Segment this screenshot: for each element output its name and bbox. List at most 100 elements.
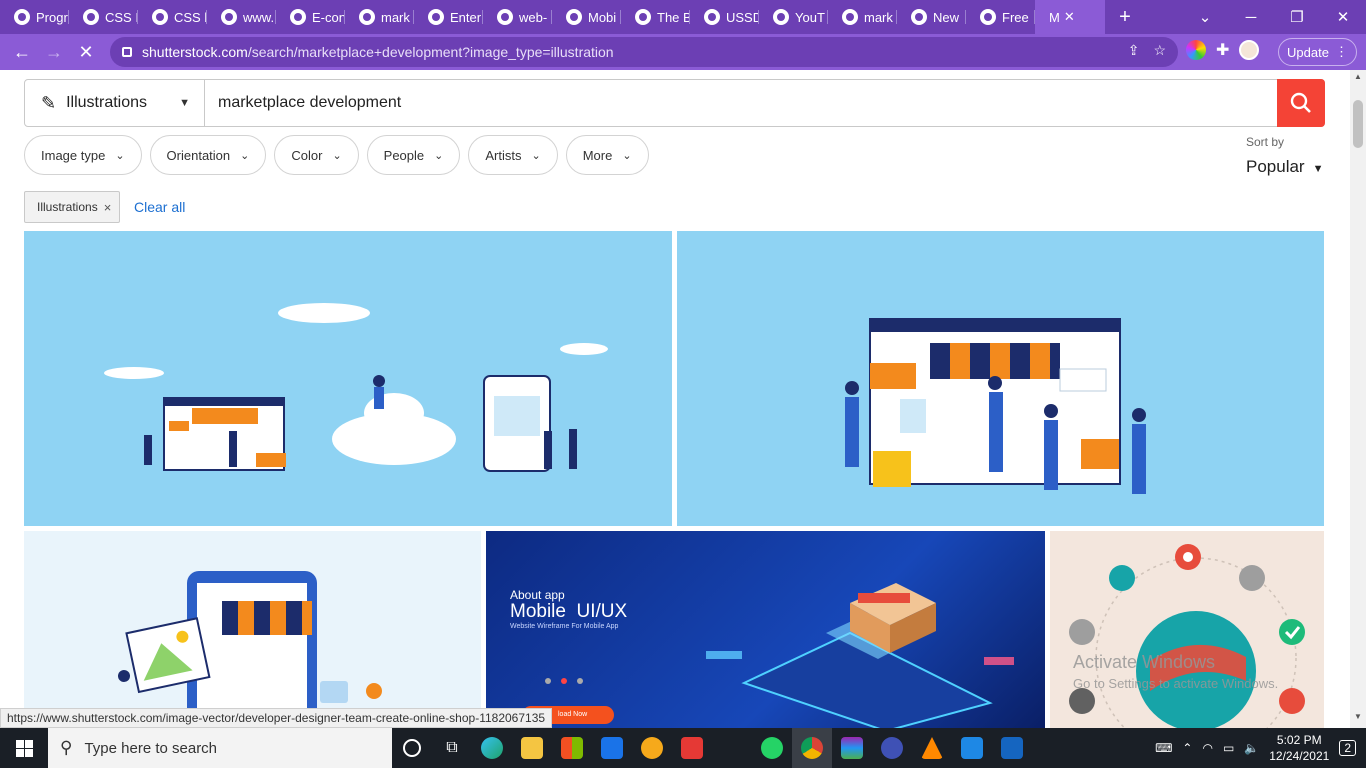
notifications-icon[interactable]: 2	[1339, 740, 1356, 756]
result-image-5[interactable]	[1050, 531, 1324, 728]
filter-button[interactable]: Orientation ⌄	[149, 135, 267, 175]
battery-icon[interactable]: ▭	[1223, 741, 1234, 755]
update-button[interactable]: Update ⋮	[1278, 38, 1357, 66]
mail-icon[interactable]	[592, 728, 632, 768]
scroll-up-arrow-icon[interactable]: ▲	[1350, 72, 1366, 86]
tab-favicon-icon	[83, 9, 99, 25]
tab-list: Progr CSS I CSS b www. E-con mark Enter web- Mob…	[0, 0, 1035, 34]
browser-tab[interactable]: CSS I	[69, 0, 138, 34]
remove-chip-icon[interactable]: ×	[104, 200, 112, 215]
browser-tab[interactable]: New	[897, 0, 966, 34]
whatsapp-icon[interactable]	[752, 728, 792, 768]
store-icon[interactable]	[552, 728, 592, 768]
browser-tab[interactable]: Progr	[0, 0, 69, 34]
browser-tab[interactable]: www.	[207, 0, 276, 34]
stop-loading-button[interactable]: ✕	[70, 42, 102, 63]
result-image-4[interactable]: About app Mobile UI/UX Website Wireframe…	[486, 531, 1045, 728]
browser-tab[interactable]: mark	[345, 0, 414, 34]
wps-office-icon[interactable]	[672, 728, 712, 768]
filter-button[interactable]: Artists ⌄	[468, 135, 558, 175]
marketplace-cloud-illustration	[104, 303, 608, 472]
winrar-icon[interactable]	[832, 728, 872, 768]
filter-button[interactable]: People ⌄	[366, 135, 461, 175]
wifi-icon[interactable]: ◠	[1202, 741, 1212, 755]
color-extension-icon[interactable]	[1186, 40, 1206, 60]
show-hidden-icons-icon[interactable]: ⌃	[1182, 741, 1192, 755]
clock-time: 5:02 PM	[1276, 733, 1322, 747]
photos-icon[interactable]	[992, 728, 1032, 768]
browser-tab[interactable]: Mobi	[552, 0, 621, 34]
chrome-icon[interactable]	[792, 728, 832, 768]
filter-button[interactable]: More ⌄	[565, 135, 649, 175]
browser-tab[interactable]: web-	[483, 0, 552, 34]
start-button[interactable]	[0, 728, 48, 768]
page-content: ✎ Illustrations ▼ marketplace developmen…	[0, 70, 1350, 728]
tab-label: USSD	[726, 9, 759, 25]
page-scrollbar[interactable]: ▲ ▼	[1350, 70, 1366, 728]
image-type-select[interactable]: ✎ Illustrations ▼	[25, 80, 205, 126]
result-image-1[interactable]	[24, 231, 672, 526]
filter-label: People	[383, 147, 425, 163]
active-filter-chip[interactable]: Illustrations ×	[24, 191, 121, 223]
browser-tab[interactable]: The B	[621, 0, 690, 34]
new-tab-button[interactable]: +	[1105, 6, 1145, 29]
search-input[interactable]: marketplace development	[205, 94, 1277, 112]
ccleaner-icon[interactable]	[872, 728, 912, 768]
vlc-icon[interactable]	[912, 728, 952, 768]
active-tab[interactable]: M ✕	[1035, 0, 1105, 34]
share-icon[interactable]: ⇪	[1128, 42, 1140, 59]
profile-avatar[interactable]	[1239, 40, 1260, 60]
browser-tab[interactable]: mark	[828, 0, 897, 34]
filter-label: More	[582, 147, 613, 163]
browser-tab[interactable]: Enter	[414, 0, 483, 34]
browser-tab[interactable]: Free	[966, 0, 1035, 34]
minimize-button[interactable]: ─	[1228, 9, 1274, 26]
windows-logo-icon	[15, 739, 33, 757]
search-button[interactable]	[1277, 79, 1325, 127]
tab-favicon-icon	[290, 9, 306, 25]
sort-label: Sort by	[1246, 135, 1285, 149]
chevron-down-icon: ⌄	[332, 149, 342, 162]
back-button[interactable]: ←	[6, 42, 38, 63]
taskbar-search-box[interactable]: ⚲ Type here to search	[48, 728, 392, 768]
browser-tab[interactable]: YouT	[759, 0, 828, 34]
extensions-puzzle-icon[interactable]: ✚	[1216, 40, 1229, 60]
global-ecommerce-illustration	[1069, 544, 1305, 728]
filter-button[interactable]: Image type ⌄	[24, 135, 142, 175]
bookmark-star-icon[interactable]: ☆	[1153, 42, 1166, 59]
clear-all-link[interactable]: Clear all	[134, 199, 185, 215]
keyboard-icon[interactable]: ⌨	[1155, 741, 1172, 755]
scrollbar-thumb[interactable]	[1353, 100, 1363, 148]
forward-button[interactable]: →	[38, 42, 70, 63]
browser-tab[interactable]: E-con	[276, 0, 345, 34]
browser-tab[interactable]: CSS b	[138, 0, 207, 34]
edge-icon[interactable]	[472, 728, 512, 768]
close-tab-icon[interactable]: ✕	[1064, 9, 1075, 25]
close-window-button[interactable]: ✕	[1320, 8, 1366, 26]
browser-tab[interactable]: USSD	[690, 0, 759, 34]
clock-date: 12/24/2021	[1269, 749, 1330, 763]
tab-search-icon[interactable]: ⌄	[1182, 8, 1228, 26]
scroll-down-arrow-icon[interactable]: ▼	[1350, 712, 1366, 726]
tab-favicon-icon	[704, 9, 720, 25]
result-image-3[interactable]	[24, 531, 481, 728]
chevron-down-icon: ⌄	[622, 149, 632, 162]
activate-windows-subtitle: Go to Settings to activate Windows.	[1073, 676, 1279, 691]
cortana-icon[interactable]	[392, 728, 432, 768]
file-explorer-icon[interactable]	[512, 728, 552, 768]
sort-select[interactable]: Popular ▼	[1246, 157, 1324, 177]
tab-label: CSS b	[174, 9, 207, 25]
brave-icon[interactable]	[632, 728, 672, 768]
task-view-icon[interactable]: ⧉	[432, 728, 472, 768]
result-image-2[interactable]	[677, 231, 1324, 526]
vscode-icon[interactable]	[952, 728, 992, 768]
address-bar[interactable]: shutterstock.com/search/marketplace+deve…	[110, 37, 1178, 67]
filter-button[interactable]: Color ⌄	[274, 135, 359, 175]
clock[interactable]: 5:02 PM 12/24/2021	[1269, 732, 1329, 764]
image-type-label: Illustrations	[66, 94, 148, 111]
tab-favicon-icon	[773, 9, 789, 25]
volume-icon[interactable]: 🔈	[1244, 741, 1259, 755]
search-bar: ✎ Illustrations ▼ marketplace developmen…	[24, 79, 1325, 127]
pen-icon: ✎	[41, 92, 57, 113]
maximize-button[interactable]: ❐	[1274, 8, 1320, 26]
